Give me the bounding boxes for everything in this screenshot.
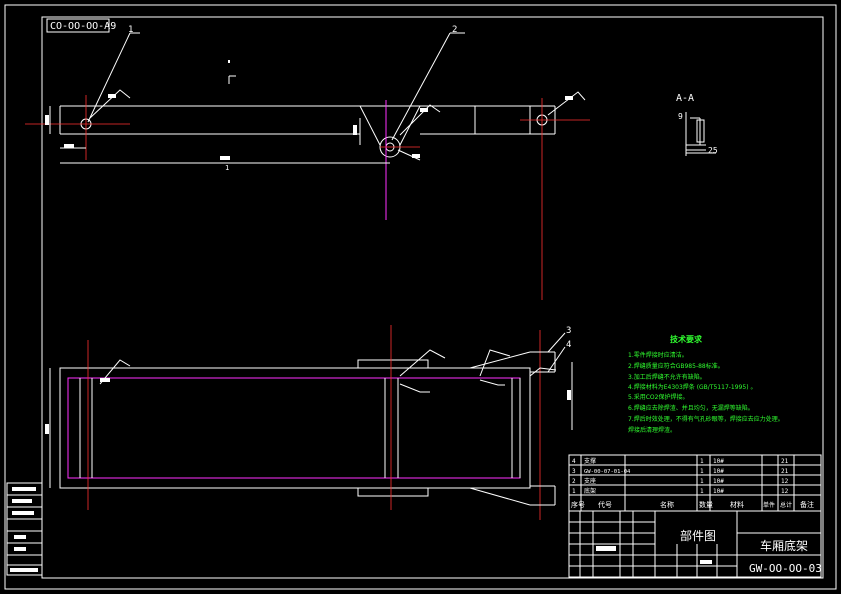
bom-header: 总计	[780, 501, 792, 509]
bom-cell: 1	[572, 488, 576, 495]
bom-header: 代号	[598, 500, 612, 509]
left-margin-block	[6, 482, 43, 576]
bom-cell: 12	[781, 488, 789, 495]
bom-header: 名称	[660, 500, 674, 509]
tech-item: 6.焊缝应去除焊渣、并且均匀，无漏焊等缺陷。	[628, 404, 754, 412]
bom-cell: 10#	[713, 478, 724, 485]
drawing-frame	[41, 16, 824, 579]
section-label: A-A	[676, 93, 694, 104]
bom-cell: GW-00-07-01-04	[584, 469, 631, 475]
bom-header: 备注	[800, 500, 814, 509]
drawing-code: CO-OO-OO-A9	[50, 21, 116, 32]
bom-header: 单件	[763, 501, 775, 509]
tech-item: 4.焊接材料为E4303焊条 (GB/T5117-1995) 。	[628, 383, 756, 391]
tech-requirements: 技术要求 1.零件焊接时应清洁。 2.焊缝质量应符合GB985-88标准。 3.…	[628, 334, 784, 434]
balloon-4: 4	[566, 340, 571, 350]
section-dim-9: 9	[678, 112, 683, 121]
balloon-2: 2	[452, 25, 457, 35]
bom-cell: 10#	[713, 458, 724, 465]
drawing-number: GW-OO-OO-03	[749, 562, 822, 575]
bom-cell: 1	[700, 458, 704, 465]
bom-header: 数量	[699, 500, 713, 509]
bom-header: 序号	[571, 500, 585, 509]
tech-title: 技术要求	[670, 334, 703, 344]
bom-cell: 支撑	[584, 457, 596, 465]
bom-cell: 4	[572, 458, 576, 465]
bom-cell: 3	[572, 468, 576, 475]
section-dim-25: 25	[708, 146, 718, 155]
bom-cell: 10#	[713, 488, 724, 495]
bom-cell: 支座	[584, 477, 596, 485]
dim-label: 1	[225, 164, 229, 172]
bom-cell: 12	[781, 478, 789, 485]
section-a-a: A-A 9 25	[676, 93, 718, 156]
tech-item: 焊接后清理焊渣。	[628, 426, 676, 434]
tech-item: 5.采用CO2保护焊接。	[628, 393, 688, 401]
top-view: 1 1 2	[25, 25, 590, 300]
bom-header: 材料	[730, 500, 744, 509]
cad-drawing: CO-OO-OO-A9 1 1 2 A-A 9 25 3 4 技术要求 1.零件…	[4, 4, 837, 590]
tech-item: 1.零件焊接时应清洁。	[628, 351, 688, 359]
bom-cell: 21	[781, 458, 789, 465]
bom-table: 4 支撑 1 10# 21 3 GW-00-07-01-04 1 10# 21 …	[568, 454, 822, 512]
tech-item: 2.焊缝质量应符合GB985-88标准。	[628, 362, 724, 370]
bom-cell: 21	[781, 468, 789, 475]
bom-cell: 10#	[713, 468, 724, 475]
bom-cell: 1	[700, 478, 704, 485]
tech-item: 7.焊后时效处理，不得有气孔砂眼等，焊接应去应力处理。	[628, 415, 784, 423]
plan-view: 3 4	[45, 325, 573, 520]
balloon-3: 3	[566, 326, 571, 336]
balloon-1: 1	[128, 25, 133, 35]
bom-cell: 1	[700, 468, 704, 475]
part-name: 车厢底架	[760, 538, 808, 553]
title-block: 部件图 车厢底架 GW-OO-OO-03	[568, 510, 822, 578]
bom-cell: 2	[572, 478, 576, 485]
bom-cell: 底架	[584, 487, 596, 495]
drawing-type: 部件图	[680, 528, 716, 543]
bom-cell: 1	[700, 488, 704, 495]
tech-item: 3.加工后焊缝不允许有缺陷。	[628, 373, 706, 381]
